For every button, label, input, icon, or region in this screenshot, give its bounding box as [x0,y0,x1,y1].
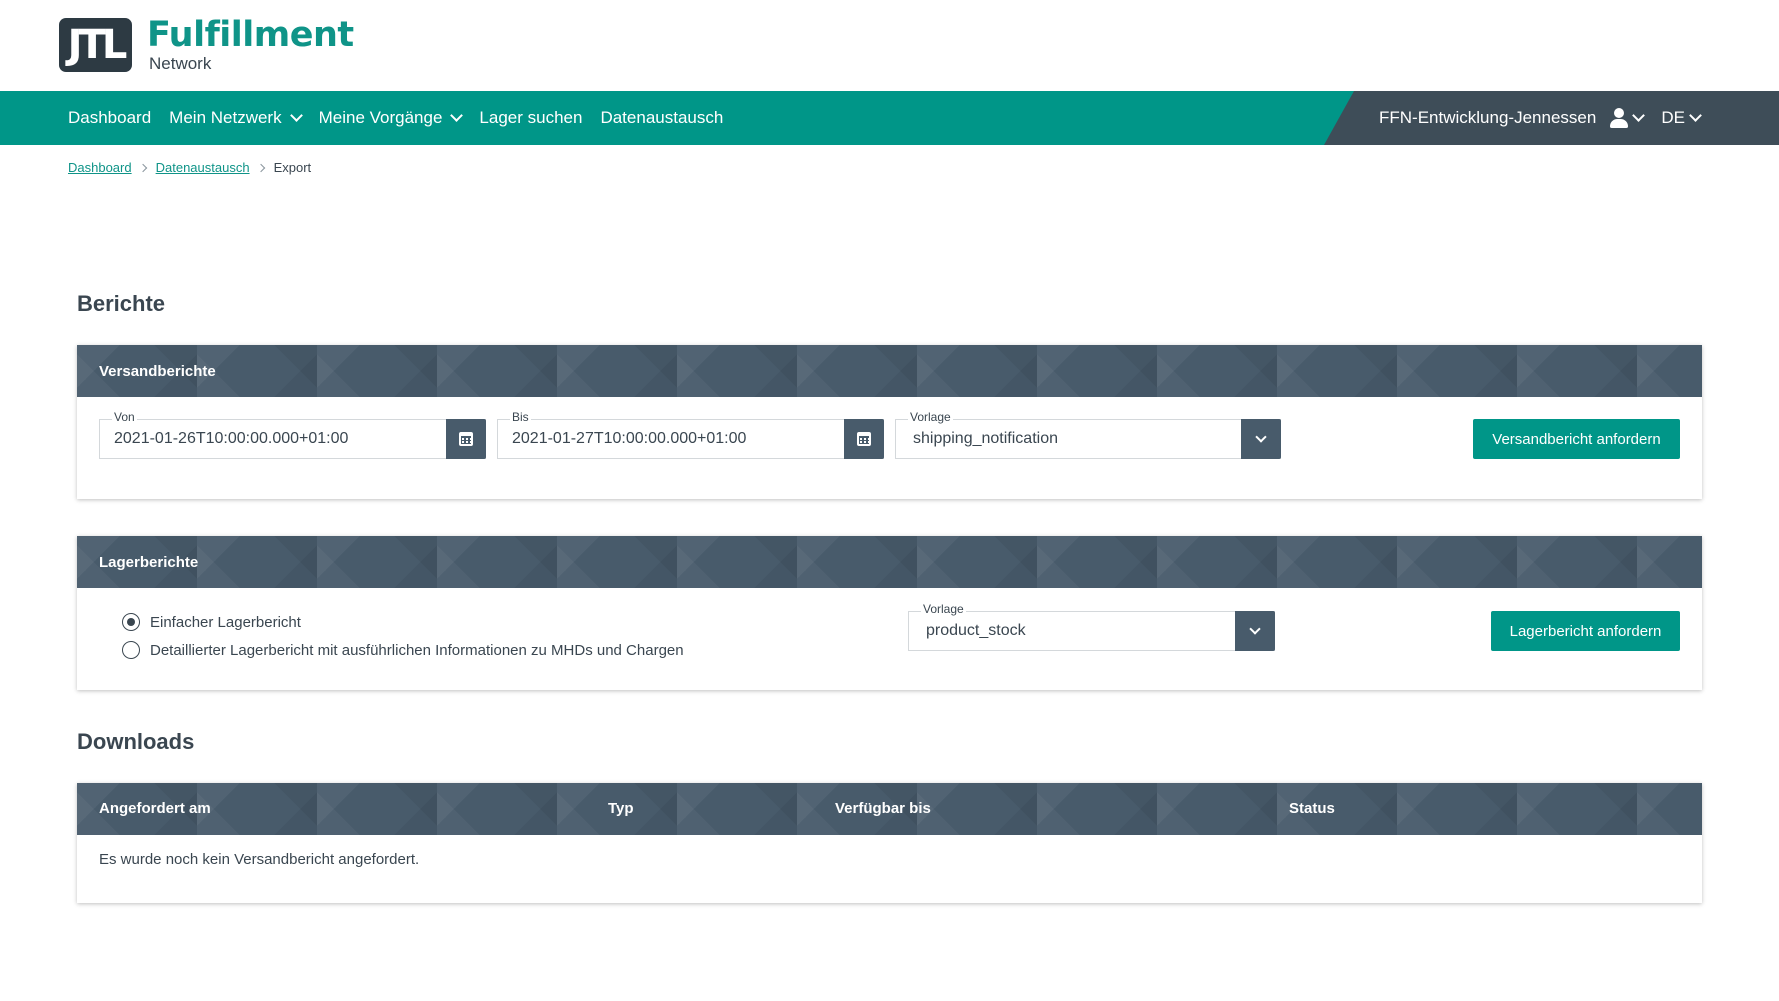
column-requested-at: Angefordert am [99,783,211,835]
stock-report-header: Lagerberichte [77,536,1702,588]
shipping-report-card: Versandberichte Von 2021-01-26T10:00:00.… [77,345,1702,499]
nav-lager-suchen-label: Lager suchen [479,108,582,128]
shipping-template-value: shipping_notification [913,420,1058,458]
request-stock-report-button[interactable]: Lagerbericht anfordern [1491,611,1680,651]
shipping-report-title: Versandberichte [99,363,216,380]
logo[interactable]: JTL Fulfillment Network [59,18,354,72]
nav-mein-netzwerk[interactable]: Mein Netzwerk [169,108,300,128]
nav-dashboard-label: Dashboard [68,108,151,128]
column-available-until: Verfügbar bis [835,783,931,835]
downloads-title: Downloads [77,729,194,755]
stock-option-detailed-label: Detaillierter Lagerbericht mit ausführli… [150,642,684,659]
breadcrumb-datenaustausch[interactable]: Datenaustausch [156,160,250,175]
shipping-template-dropdown-button[interactable] [1241,419,1281,459]
stock-report-card: Lagerberichte Einfacher Lagerbericht Det… [77,536,1702,690]
nav-mein-netzwerk-label: Mein Netzwerk [169,108,281,128]
chevron-down-icon [290,109,303,122]
user-icon[interactable] [1610,108,1628,128]
calendar-icon [459,432,473,446]
nav-dashboard[interactable]: Dashboard [68,108,151,128]
radio-unselected-icon[interactable] [122,641,140,659]
to-date-value: 2021-01-27T10:00:00.000+01:00 [512,420,746,458]
language-selector[interactable]: DE [1661,108,1700,128]
chevron-down-icon [1249,623,1260,634]
empty-state-message: Es wurde noch kein Versandbericht angefo… [99,851,419,868]
chevron-right-icon [256,163,264,171]
calendar-icon [857,432,871,446]
logo-mark: JTL [59,18,132,72]
to-date-calendar-button[interactable] [844,419,884,459]
to-date-field[interactable]: Bis 2021-01-27T10:00:00.000+01:00 [497,419,884,459]
stock-template-dropdown-button[interactable] [1235,611,1275,651]
from-date-value: 2021-01-26T10:00:00.000+01:00 [114,420,348,458]
breadcrumb-dashboard[interactable]: Dashboard [68,160,132,175]
shipping-report-header: Versandberichte [77,345,1702,397]
chevron-down-icon [1255,431,1266,442]
chevron-down-icon [451,109,464,122]
reports-title: Berichte [77,291,165,317]
nav-lager-suchen[interactable]: Lager suchen [479,108,582,128]
stock-template-value: product_stock [926,612,1026,650]
downloads-table-header: Angefordert am Typ Verfügbar bis Status [77,783,1702,835]
breadcrumb-current: Export [274,160,312,175]
request-shipping-report-button[interactable]: Versandbericht anfordern [1473,419,1680,459]
stock-option-detailed[interactable]: Detaillierter Lagerbericht mit ausführli… [122,641,684,659]
stock-report-title: Lagerberichte [99,554,198,571]
from-date-field[interactable]: Von 2021-01-26T10:00:00.000+01:00 [99,419,486,459]
account-name[interactable]: FFN-Entwicklung-Jennessen [1379,108,1596,128]
chevron-down-icon[interactable] [1632,109,1645,122]
logo-subtitle: Network [149,55,354,72]
stock-option-simple-label: Einfacher Lagerbericht [150,614,301,631]
nav-meine-vorgaenge-label: Meine Vorgänge [319,108,443,128]
language-label: DE [1661,108,1685,128]
main-nav: Dashboard Mein Netzwerk Meine Vorgänge L… [0,91,1779,145]
logo-title: Fulfillment [147,18,354,53]
stock-option-simple[interactable]: Einfacher Lagerbericht [122,613,301,631]
from-date-calendar-button[interactable] [446,419,486,459]
downloads-table: Angefordert am Typ Verfügbar bis Status … [77,783,1702,903]
nav-datenaustausch[interactable]: Datenaustausch [600,108,723,128]
shipping-template-select[interactable]: Vorlage shipping_notification [895,419,1281,459]
breadcrumb: Dashboard Datenaustausch Export [68,160,311,175]
stock-template-select[interactable]: Vorlage product_stock [908,611,1275,651]
nav-meine-vorgaenge[interactable]: Meine Vorgänge [319,108,462,128]
column-type: Typ [608,783,634,835]
radio-selected-icon[interactable] [122,613,140,631]
chevron-down-icon [1689,109,1702,122]
column-status: Status [1289,783,1335,835]
nav-datenaustausch-label: Datenaustausch [600,108,723,128]
chevron-right-icon [138,163,146,171]
